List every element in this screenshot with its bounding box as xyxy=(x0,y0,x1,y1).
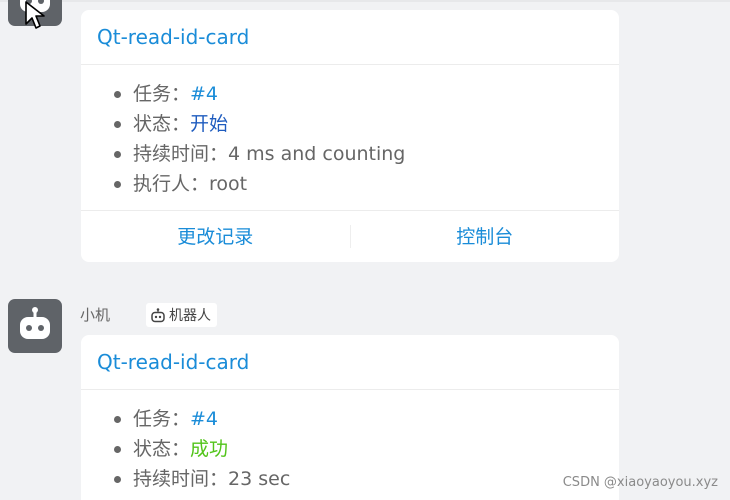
list-item: 状态：开始 xyxy=(114,109,619,139)
top-divider xyxy=(0,0,730,2)
list-item: 任务：#4 xyxy=(114,404,619,434)
task-link[interactable]: #4 xyxy=(190,408,218,430)
info-list: 任务：#4 状态：成功 持续时间：23 sec xyxy=(114,404,619,494)
mouse-pointer-icon xyxy=(25,1,45,29)
status-value: 开始 xyxy=(190,113,229,135)
list-item: 状态：成功 xyxy=(114,434,619,464)
card-body: 任务：#4 状态：开始 持续时间：4 ms and counting 执行人：r… xyxy=(81,65,619,207)
row-label: 任务： xyxy=(133,83,191,105)
job-card: Qt-read-id-card 任务：#4 状态：成功 持续时间：23 sec xyxy=(81,335,619,500)
row-label: 持续时间： xyxy=(133,468,229,490)
row-label: 状态： xyxy=(133,113,191,135)
row-label: 任务： xyxy=(133,408,191,430)
list-item: 执行人：root xyxy=(114,169,619,199)
bot-badge: 机器人 xyxy=(146,303,217,327)
duration-value: 4 ms and counting xyxy=(228,143,406,165)
card-title[interactable]: Qt-read-id-card xyxy=(81,10,619,65)
card-body: 任务：#4 状态：成功 持续时间：23 sec xyxy=(81,390,619,500)
duration-value: 23 sec xyxy=(228,468,291,490)
list-item: 任务：#4 xyxy=(114,79,619,109)
card-title[interactable]: Qt-read-id-card xyxy=(81,335,619,390)
row-label: 持续时间： xyxy=(133,143,229,165)
card-actions: 更改记录 控制台 xyxy=(81,210,619,262)
status-value: 成功 xyxy=(190,438,229,460)
list-item: 持续时间：4 ms and counting xyxy=(114,139,619,169)
console-button[interactable]: 控制台 xyxy=(351,211,620,262)
bot-avatar[interactable] xyxy=(8,299,62,353)
info-list: 任务：#4 状态：开始 持续时间：4 ms and counting 执行人：r… xyxy=(114,79,619,199)
watermark: CSDN @xiaoyaoyou.xyz xyxy=(562,475,718,490)
executor-value: root xyxy=(209,173,248,195)
change-log-button[interactable]: 更改记录 xyxy=(81,211,350,262)
row-label: 状态： xyxy=(133,438,191,460)
list-item: 持续时间：23 sec xyxy=(114,464,619,494)
robot-icon xyxy=(20,307,50,339)
job-card: Qt-read-id-card 任务：#4 状态：开始 持续时间：4 ms an… xyxy=(81,10,619,262)
robot-icon xyxy=(151,308,165,323)
badge-label: 机器人 xyxy=(169,308,211,324)
sender-name: 小机 xyxy=(80,306,111,324)
task-link[interactable]: #4 xyxy=(190,83,218,105)
row-label: 执行人： xyxy=(133,173,210,195)
